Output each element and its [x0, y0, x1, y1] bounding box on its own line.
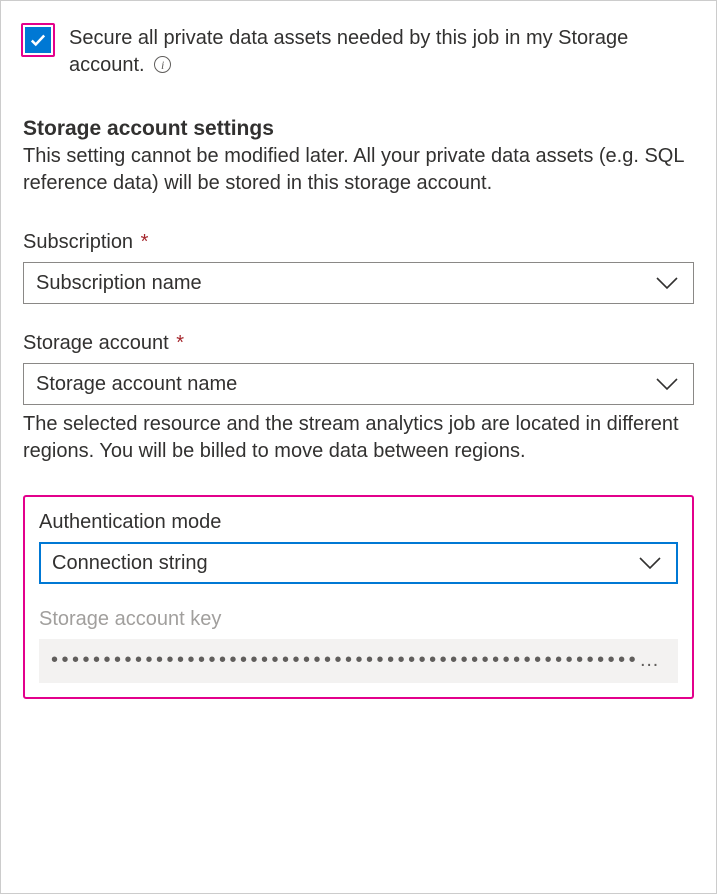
subscription-field-group: Subscription * Subscription name	[23, 231, 694, 304]
secure-assets-label: Secure all private data assets needed by…	[69, 25, 694, 79]
required-indicator: *	[176, 332, 184, 354]
storage-account-label: Storage account *	[23, 332, 694, 355]
info-icon[interactable]: i	[154, 56, 171, 73]
storage-key-field-group: Storage account key ••••••••••••••••••••…	[39, 608, 678, 683]
secure-assets-row: Secure all private data assets needed by…	[23, 25, 694, 79]
secure-assets-checkbox[interactable]	[25, 27, 51, 53]
auth-mode-dropdown[interactable]: Connection string	[39, 542, 678, 584]
subscription-label: Subscription *	[23, 231, 694, 254]
auth-mode-label: Authentication mode	[39, 511, 678, 534]
storage-account-helper-text: The selected resource and the stream ana…	[23, 411, 694, 465]
checkmark-icon	[29, 31, 47, 49]
auth-mode-field-group: Authentication mode Connection string	[39, 511, 678, 584]
storage-account-dropdown[interactable]: Storage account name	[23, 363, 694, 405]
chevron-down-icon	[655, 276, 679, 290]
storage-account-label-text: Storage account	[23, 332, 169, 354]
checkbox-label-text: Secure all private data assets needed by…	[69, 27, 628, 76]
authentication-highlight-box: Authentication mode Connection string St…	[23, 495, 694, 699]
storage-account-field-group: Storage account * Storage account name T…	[23, 332, 694, 465]
checkbox-highlight-box	[21, 23, 55, 57]
subscription-label-text: Subscription	[23, 231, 133, 253]
storage-settings-heading: Storage account settings	[23, 117, 694, 141]
required-indicator: *	[141, 231, 149, 253]
chevron-down-icon	[638, 556, 662, 570]
storage-account-value: Storage account name	[36, 373, 237, 396]
storage-settings-description: This setting cannot be modified later. A…	[23, 143, 694, 197]
storage-key-label: Storage account key	[39, 608, 678, 631]
subscription-value: Subscription name	[36, 272, 202, 295]
chevron-down-icon	[655, 377, 679, 391]
auth-mode-value: Connection string	[52, 552, 208, 575]
subscription-dropdown[interactable]: Subscription name	[23, 262, 694, 304]
settings-panel: Secure all private data assets needed by…	[0, 0, 717, 894]
storage-key-input[interactable]: ••••••••••••••••••••••••••••••••••••••••…	[39, 639, 678, 683]
